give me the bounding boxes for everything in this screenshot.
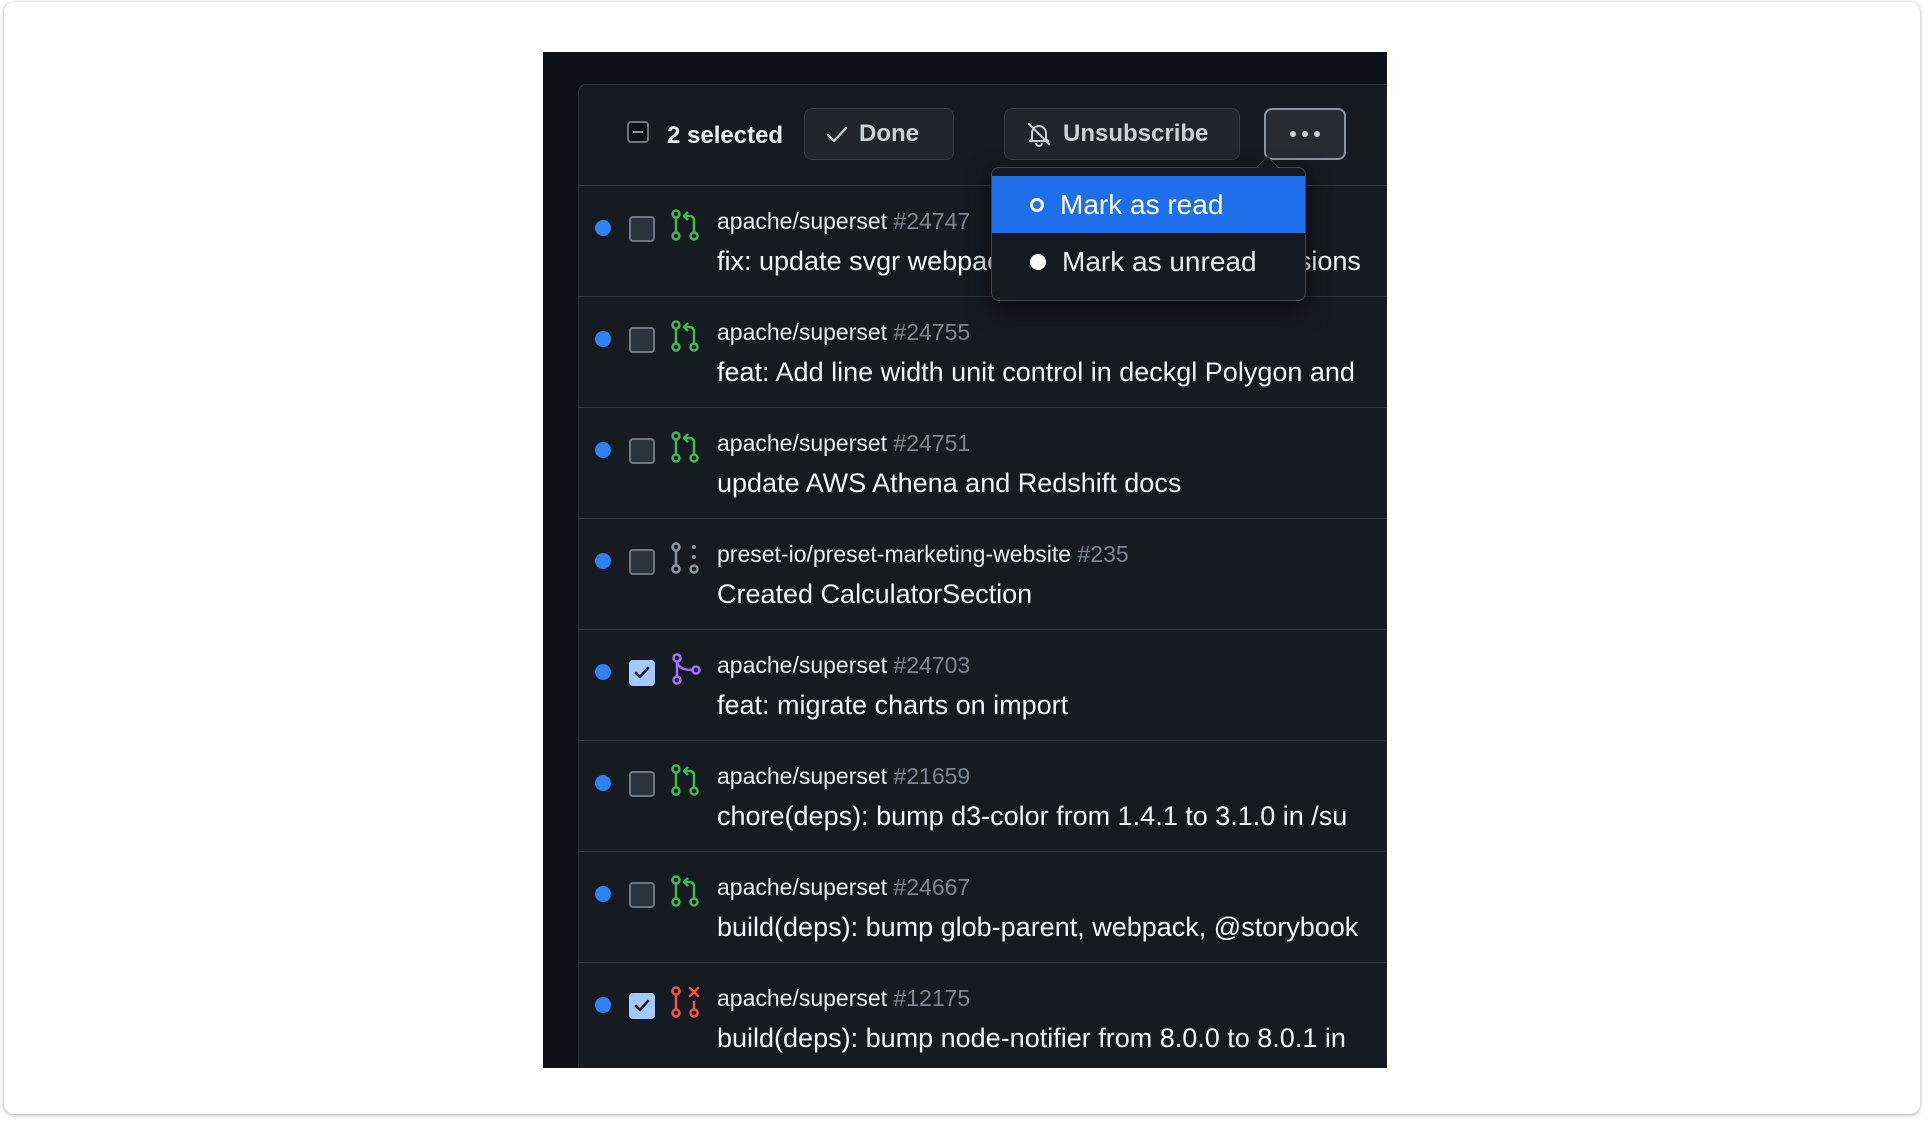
menu-item-mark-as-unread[interactable]: Mark as unread <box>992 233 1305 290</box>
pr-open-icon <box>671 431 699 463</box>
notification-title[interactable]: feat: Add line width unit control in dec… <box>717 355 1355 389</box>
pr-open-icon <box>671 320 699 352</box>
menu-item-mark-as-read[interactable]: Mark as read <box>992 176 1305 233</box>
notification-title[interactable]: chore(deps): bump d3-color from 1.4.1 to… <box>717 799 1347 833</box>
menu-item-label: Mark as read <box>1060 188 1224 220</box>
notification-title[interactable]: build(deps): bump node-notifier from 8.0… <box>717 1021 1346 1055</box>
notification-list: apache/superset #24747 fix: update svgr … <box>579 186 1387 1068</box>
row-checkbox-checked[interactable] <box>629 993 655 1019</box>
notification-row[interactable]: apache/superset #24703 feat: migrate cha… <box>579 630 1387 741</box>
issue-number: #21659 <box>893 763 971 789</box>
unsubscribe-button-label: Unsubscribe <box>1063 120 1209 147</box>
selected-count: 2 selected <box>667 122 784 149</box>
pr-open-icon <box>671 209 699 241</box>
pr-merged-icon <box>672 653 701 685</box>
row-checkbox[interactable] <box>629 438 655 464</box>
issue-number: #235 <box>1077 541 1129 567</box>
row-checkbox[interactable] <box>629 882 655 908</box>
notification-title[interactable]: Created CalculatorSection <box>717 577 1032 611</box>
more-options-menu: Mark as read Mark as unread <box>991 167 1306 301</box>
issue-number: #24667 <box>893 874 971 900</box>
row-checkbox[interactable] <box>629 327 655 353</box>
more-options-button[interactable] <box>1264 108 1346 160</box>
unread-dot <box>595 775 611 791</box>
repo-name: apache/superset #24755 <box>717 319 971 345</box>
notification-row[interactable]: apache/superset #12175 build(deps): bump… <box>579 963 1387 1068</box>
checkmark-icon <box>634 999 650 1012</box>
notification-row[interactable]: apache/superset #24755 feat: Add line wi… <box>579 297 1387 408</box>
notification-row[interactable]: preset-io/preset-marketing-website #235 … <box>579 519 1387 630</box>
pr-draft-icon <box>671 542 699 574</box>
notification-title[interactable]: update AWS Athena and Redshift docs <box>717 466 1181 500</box>
unread-dot <box>595 442 611 458</box>
circle-outline-icon <box>1030 197 1044 212</box>
repo-name: apache/superset #24703 <box>717 652 971 678</box>
repo-name: apache/superset #21659 <box>717 763 971 789</box>
done-button[interactable]: Done <box>804 108 954 160</box>
issue-number: #24703 <box>893 652 971 678</box>
pr-closed-icon <box>671 986 700 1018</box>
notification-row[interactable]: apache/superset #24667 build(deps): bump… <box>579 852 1387 963</box>
pr-open-icon <box>671 875 699 907</box>
unsubscribe-button[interactable]: Unsubscribe <box>1004 108 1240 160</box>
notification-title[interactable]: build(deps): bump glob-parent, webpack, … <box>717 910 1358 944</box>
pr-open-icon <box>671 764 699 796</box>
repo-name: apache/superset #24747 <box>717 208 971 234</box>
repo-name: apache/superset #24667 <box>717 874 971 900</box>
repo-name: apache/superset #24751 <box>717 430 971 456</box>
check-icon <box>826 126 848 143</box>
circle-filled-icon <box>1030 253 1046 270</box>
kebab-horizontal-icon <box>1290 131 1320 137</box>
notification-row[interactable]: apache/superset #21659 chore(deps): bump… <box>579 741 1387 852</box>
menu-item-label: Mark as unread <box>1062 245 1257 277</box>
row-checkbox[interactable] <box>629 549 655 575</box>
unread-dot <box>595 886 611 902</box>
issue-number: #12175 <box>893 985 971 1011</box>
checkmark-icon <box>634 666 650 679</box>
issue-number: #24755 <box>893 319 971 345</box>
select-all-checkbox[interactable] <box>627 121 649 143</box>
screenshot-frame: 2 selected Done Unsubscribe apache/super… <box>4 2 1920 1114</box>
bell-slash-icon <box>1028 123 1050 147</box>
repo-name: preset-io/preset-marketing-website #235 <box>717 541 1129 567</box>
row-checkbox-checked[interactable] <box>629 660 655 686</box>
row-checkbox[interactable] <box>629 771 655 797</box>
notification-title[interactable]: feat: migrate charts on import <box>717 688 1068 722</box>
issue-number: #24751 <box>893 430 971 456</box>
row-checkbox[interactable] <box>629 216 655 242</box>
unread-dot <box>595 664 611 680</box>
issue-number: #24747 <box>893 208 971 234</box>
notification-row[interactable]: apache/superset #24751 update AWS Athena… <box>579 408 1387 519</box>
unread-dot <box>595 220 611 236</box>
unread-dot <box>595 331 611 347</box>
unread-dot <box>595 553 611 569</box>
unread-dot <box>595 997 611 1013</box>
done-button-label: Done <box>859 120 919 147</box>
repo-name: apache/superset #12175 <box>717 985 971 1011</box>
